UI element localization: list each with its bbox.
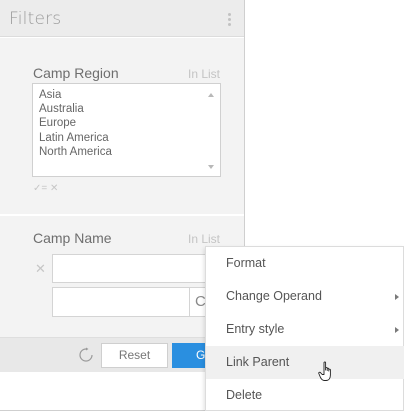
region-listbox[interactable]: Asia Australia Europe Latin America Nort…	[32, 83, 221, 177]
panel-header: Filters	[0, 0, 244, 37]
menu-item-label: Change Operand	[226, 289, 322, 303]
camp-name-search-input[interactable]	[52, 287, 190, 317]
context-menu: Format Change Operand Entry style Link P…	[205, 246, 404, 411]
menu-item-label: Delete	[226, 388, 263, 402]
filter-operator[interactable]: In List	[188, 67, 220, 81]
menu-item-label: Format	[226, 256, 266, 270]
menu-item-link-parent[interactable]: Link Parent	[206, 346, 404, 379]
filter-label: Camp Name	[33, 230, 112, 246]
kebab-menu-icon[interactable]	[228, 13, 232, 27]
hand-pointer-icon	[318, 361, 331, 381]
menu-item-label: Entry style	[226, 322, 285, 336]
filter-operator[interactable]: In List	[188, 232, 220, 246]
list-item[interactable]: Australia	[39, 102, 220, 116]
list-item[interactable]: Asia	[39, 88, 220, 102]
reset-button[interactable]: Reset	[101, 343, 168, 368]
list-item[interactable]: North America	[39, 145, 220, 159]
list-item[interactable]: Latin America	[39, 131, 220, 145]
list-item[interactable]: Europe	[39, 116, 220, 130]
menu-item-format[interactable]: Format	[206, 247, 404, 280]
scroll-up-icon[interactable]	[208, 93, 214, 97]
chevron-right-icon	[395, 327, 399, 333]
menu-item-change-operand[interactable]: Change Operand	[206, 280, 404, 313]
menu-item-delete[interactable]: Delete	[206, 379, 404, 411]
panel-title: Filters	[9, 9, 62, 29]
filter-label: Camp Region	[33, 65, 119, 81]
scroll-down-icon[interactable]	[208, 165, 214, 169]
select-clear-tools[interactable]: ✓= ✕	[33, 183, 58, 194]
menu-item-label: Link Parent	[226, 355, 290, 369]
menu-item-entry-style[interactable]: Entry style	[206, 313, 404, 346]
chevron-right-icon	[395, 294, 399, 300]
clear-icon[interactable]: ✕	[35, 261, 46, 277]
refresh-icon[interactable]	[78, 347, 94, 363]
